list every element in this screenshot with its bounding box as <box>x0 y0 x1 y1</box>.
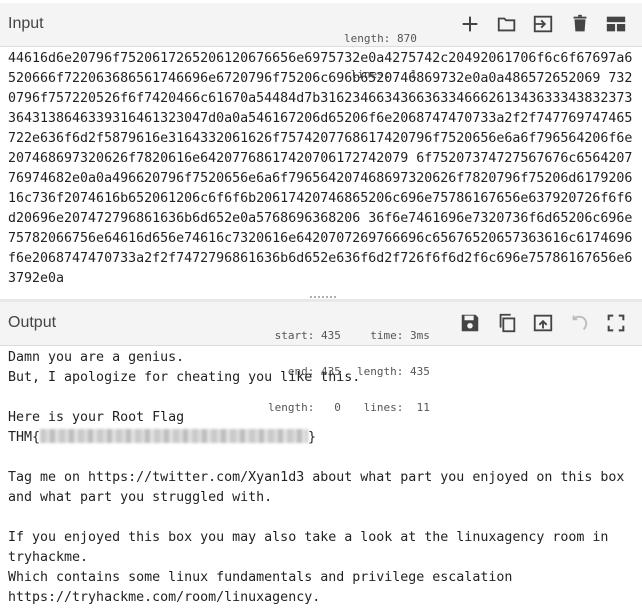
layout-icon[interactable] <box>605 13 627 35</box>
copy-icon[interactable] <box>496 312 518 334</box>
input-header: Input length: 870 lines: 1 <box>0 3 642 81</box>
output-line-7: Tag me on https://twitter.com/Xyan1d3 ab… <box>8 470 633 505</box>
output-line-9: If you enjoyed this box you may also tak… <box>8 530 617 565</box>
redacted-flag <box>40 429 309 443</box>
folder-open-icon[interactable] <box>496 13 518 35</box>
input-textarea[interactable]: 44616d6e20796f7520617265206120676656e697… <box>0 49 642 295</box>
output-start-label: start: <box>274 329 315 342</box>
maximize-icon[interactable] <box>605 312 627 334</box>
output-line-10: Which contains some linux fundamentals a… <box>8 570 513 585</box>
output-time-label: time: <box>370 329 404 342</box>
trash-icon[interactable] <box>569 13 591 35</box>
output-time-value: 3ms <box>410 329 430 342</box>
output-line-4: Here is your Root Flag <box>8 410 185 425</box>
input-length-value: 870 <box>396 32 417 45</box>
output-start-value: 435 <box>321 329 341 342</box>
plus-icon[interactable] <box>459 13 481 35</box>
resize-handle[interactable] <box>309 295 337 299</box>
replace-input-icon[interactable] <box>532 312 554 334</box>
output-line-11: https://tryhackme.com/room/linuxagency. <box>8 590 321 605</box>
output-header: Output start: 435 end: 435 length: 0 tim… <box>0 302 642 414</box>
output-line-2: But, I apologize for cheating you like t… <box>8 370 361 385</box>
import-file-icon[interactable] <box>532 13 554 35</box>
flag-prefix: THM{ <box>8 430 41 445</box>
input-length-label: length: <box>344 32 391 45</box>
input-title: Input <box>8 15 44 32</box>
output-title: Output <box>8 314 57 331</box>
flag-suffix: } <box>308 430 317 445</box>
output-textarea[interactable]: Damn you are a genius. But, I apologize … <box>0 348 642 613</box>
output-line-1: Damn you are a genius. <box>8 350 185 365</box>
save-icon[interactable] <box>459 312 481 334</box>
undo-icon <box>569 312 591 334</box>
